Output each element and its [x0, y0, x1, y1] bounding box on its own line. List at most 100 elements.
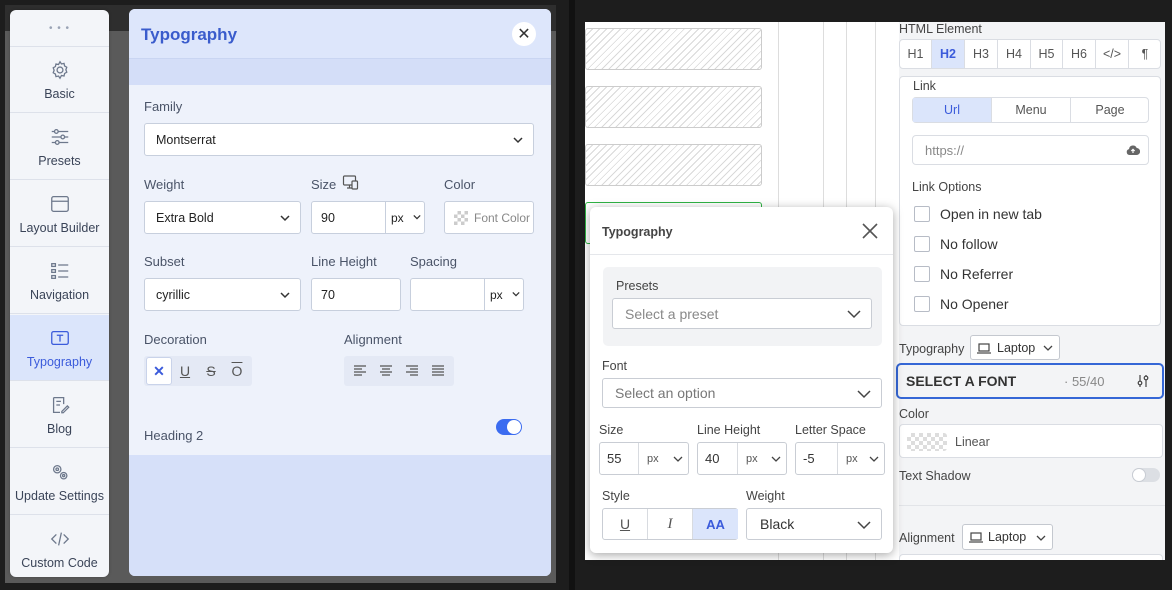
toggle-knob [1132, 468, 1146, 482]
font-color-picker[interactable]: Font Color [444, 201, 534, 234]
uppercase-button[interactable]: AA [693, 509, 738, 539]
spacing-unit-select[interactable]: px [484, 279, 524, 310]
paragraph-button[interactable]: ¶ [1129, 40, 1161, 68]
edit-icon [52, 396, 70, 413]
size-unit-select[interactable]: px [638, 443, 689, 474]
sidebar-item-label: Basic [44, 86, 75, 101]
sliders-icon [51, 128, 68, 145]
device-select[interactable]: Laptop [970, 335, 1060, 360]
family-value: Montserrat [156, 132, 216, 147]
responsive-device-icon[interactable] [342, 174, 359, 191]
color-label: Color [899, 407, 929, 421]
alignment-group [344, 356, 454, 386]
h4-button[interactable]: H4 [998, 40, 1031, 68]
chevron-down-icon [413, 214, 421, 220]
weight-select[interactable]: Black [746, 508, 882, 540]
sidebar-item-typography[interactable]: Typography [10, 315, 109, 381]
h3-button[interactable]: H3 [965, 40, 998, 68]
alignment-device-label: Laptop [988, 530, 1027, 544]
subset-select[interactable]: cyrillic [144, 278, 301, 311]
color-value: Linear [955, 435, 990, 449]
text-shadow-toggle[interactable] [1132, 468, 1160, 482]
sliders-icon[interactable] [1136, 374, 1150, 388]
font-selector[interactable]: SELECT A FONT · 55/40 [896, 363, 1164, 399]
line-height-input[interactable]: 70 [311, 278, 401, 311]
color-picker[interactable]: Linear [899, 424, 1163, 458]
align-right-icon[interactable] [405, 364, 419, 378]
letter-space-value: -5 [803, 451, 815, 466]
line-height-label: Line Height [697, 423, 761, 437]
sidebar-item-custom-code[interactable]: Custom Code [10, 516, 109, 582]
sidebar-item-update-settings[interactable]: Update Settings [10, 449, 109, 515]
checkbox-open-new-tab[interactable] [914, 206, 930, 222]
font-select[interactable]: Select an option [602, 378, 882, 408]
h2-button[interactable]: H2 [932, 40, 965, 68]
heading-label: Heading 2 [144, 428, 204, 443]
sidebar-item-navigation[interactable]: Navigation [10, 248, 109, 314]
spacing-input[interactable]: px [410, 278, 524, 311]
html-element-label: HTML Element [899, 22, 982, 36]
tab-page[interactable]: Page [1071, 98, 1149, 122]
family-select[interactable]: Montserrat [144, 123, 534, 156]
size-input[interactable]: 55 px [599, 442, 689, 475]
tab-url[interactable]: Url [913, 98, 992, 122]
heading-toggle[interactable] [496, 419, 522, 435]
preset-select[interactable]: Select a preset [612, 298, 872, 329]
code-element-button[interactable]: </> [1096, 40, 1129, 68]
alignment-options[interactable] [899, 554, 1163, 560]
decoration-strikethrough-button[interactable]: S [198, 357, 224, 385]
tab-menu-label: Menu [1015, 103, 1047, 117]
placeholder-block [585, 86, 762, 128]
settings-panel: HTML Element H1 H2 H3 H4 H5 H6 </> ¶ Lin… [896, 22, 1165, 560]
placeholder-block [585, 28, 762, 70]
alignment-device-select[interactable]: Laptop [962, 524, 1053, 550]
h1-button[interactable]: H1 [900, 40, 932, 68]
decoration-none-button[interactable]: ✕ [146, 357, 172, 385]
close-icon[interactable] [860, 221, 880, 241]
checkbox-no-follow[interactable] [914, 236, 930, 252]
placeholder-block [585, 144, 762, 186]
weight-value: Extra Bold [156, 210, 214, 225]
presets-section: Presets Select a preset [603, 267, 882, 346]
align-left-icon[interactable] [353, 364, 367, 378]
drag-handle-icon[interactable]: • • • [10, 10, 109, 47]
align-justify-icon[interactable] [431, 364, 445, 378]
sidebar-item-layout-builder[interactable]: Layout Builder [10, 181, 109, 247]
sidebar-item-label: Update Settings [15, 488, 104, 503]
checkbox-label: Open in new tab [940, 206, 1042, 222]
panel-band [129, 59, 551, 85]
tab-url-label: Url [944, 103, 960, 117]
decoration-overline-button[interactable]: O [224, 357, 250, 385]
h5-button[interactable]: H5 [1031, 40, 1063, 68]
line-height-input[interactable]: 40 px [697, 442, 787, 475]
family-label: Family [144, 99, 183, 114]
italic-button[interactable]: I [648, 509, 693, 539]
h6-button[interactable]: H6 [1063, 40, 1096, 68]
underline-button[interactable]: U [603, 509, 648, 539]
url-input[interactable]: https:// [912, 135, 1149, 165]
align-center-icon[interactable] [379, 364, 393, 378]
color-swatch [907, 433, 947, 451]
tab-menu[interactable]: Menu [992, 98, 1071, 122]
checkbox-label: No follow [940, 236, 998, 252]
letter-space-input[interactable]: -5 px [795, 442, 885, 475]
checkbox-label: No Referrer [940, 266, 1014, 282]
weight-select[interactable]: Extra Bold [144, 201, 301, 234]
sidebar-item-basic[interactable]: Basic [10, 47, 109, 113]
size-input[interactable]: 90 px [311, 201, 425, 234]
size-unit-select[interactable]: px [385, 202, 425, 233]
h5-label: H5 [1038, 47, 1055, 61]
close-button[interactable]: ✕ [512, 22, 536, 46]
decoration-underline-button[interactable]: U [172, 357, 198, 385]
checkbox-no-opener[interactable] [914, 296, 930, 312]
font-placeholder: Select an option [615, 385, 716, 401]
line-height-unit-select[interactable]: px [737, 443, 787, 474]
overline-icon: O [231, 363, 243, 379]
upload-cloud-icon[interactable] [1126, 144, 1140, 156]
h3-label: H3 [973, 47, 989, 61]
sidebar-item-blog[interactable]: Blog [10, 382, 109, 448]
letter-space-unit-select[interactable]: px [837, 443, 885, 474]
checkbox-no-referrer[interactable] [914, 266, 930, 282]
sidebar-item-presets[interactable]: Presets [10, 114, 109, 180]
sidebar-item-label: Blog [46, 421, 73, 436]
